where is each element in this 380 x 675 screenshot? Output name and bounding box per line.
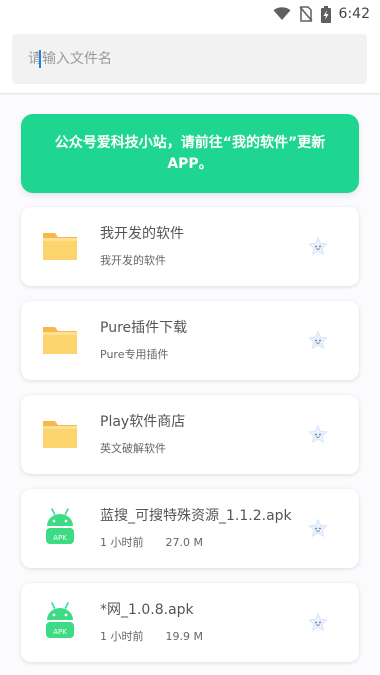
notice-text: 公众号爱科技小站，请前往“我的软件”更新APP。 bbox=[54, 134, 326, 172]
item-subtitle: 英文破解软件 bbox=[100, 442, 166, 455]
apk-badge: APK bbox=[53, 534, 67, 542]
star-face-icon[interactable] bbox=[307, 424, 329, 446]
apk-android-icon: APK bbox=[46, 602, 74, 638]
list-item-folder[interactable]: Play软件商店 英文破解软件 bbox=[21, 395, 359, 474]
item-subtitle: 我开发的软件 bbox=[100, 254, 166, 267]
list-item-folder[interactable]: 我开发的软件 我开发的软件 bbox=[21, 207, 359, 286]
item-size: 27.0 M bbox=[165, 536, 203, 549]
item-meta: 1 小时前 27.0 M bbox=[100, 534, 203, 550]
item-subtitle: Pure专用插件 bbox=[100, 348, 169, 361]
item-meta: 1 小时前 19.9 M bbox=[100, 628, 203, 644]
no-sim-icon bbox=[298, 6, 313, 22]
wifi-icon bbox=[273, 7, 291, 21]
item-title: *网_1.0.8.apk bbox=[100, 602, 194, 618]
item-size: 19.9 M bbox=[165, 630, 203, 643]
item-title: 蓝搜_可搜特殊资源_1.1.2.apk bbox=[100, 508, 292, 524]
list-item-apk[interactable]: APK *网_1.0.8.apk 1 小时前 19.9 M bbox=[21, 583, 359, 662]
list-item-folder[interactable]: Pure插件下载 Pure专用插件 bbox=[21, 301, 359, 380]
battery-charging-icon bbox=[320, 5, 331, 23]
item-title: Pure插件下载 bbox=[100, 320, 188, 336]
text-caret bbox=[39, 50, 41, 68]
folder-icon bbox=[43, 233, 77, 260]
star-face-icon[interactable] bbox=[307, 518, 329, 540]
apk-android-icon: APK bbox=[46, 508, 74, 544]
item-time: 1 小时前 bbox=[100, 630, 144, 643]
status-time: 6:42 bbox=[338, 6, 370, 22]
search-box[interactable] bbox=[12, 34, 367, 84]
star-face-icon[interactable] bbox=[307, 236, 329, 258]
folder-icon bbox=[43, 327, 77, 354]
apk-badge: APK bbox=[53, 628, 67, 636]
star-face-icon[interactable] bbox=[307, 330, 329, 352]
notice-banner[interactable]: 公众号爱科技小站，请前往“我的软件”更新APP。 bbox=[21, 114, 359, 193]
item-time: 1 小时前 bbox=[100, 536, 144, 549]
folder-icon bbox=[43, 421, 77, 448]
list-item-apk[interactable]: APK 蓝搜_可搜特殊资源_1.1.2.apk 1 小时前 27.0 M bbox=[21, 489, 359, 568]
search-input[interactable] bbox=[28, 51, 367, 67]
star-face-icon[interactable] bbox=[307, 612, 329, 634]
item-title: 我开发的软件 bbox=[100, 226, 184, 242]
item-title: Play软件商店 bbox=[100, 414, 186, 430]
status-bar: 6:42 bbox=[0, 0, 380, 28]
